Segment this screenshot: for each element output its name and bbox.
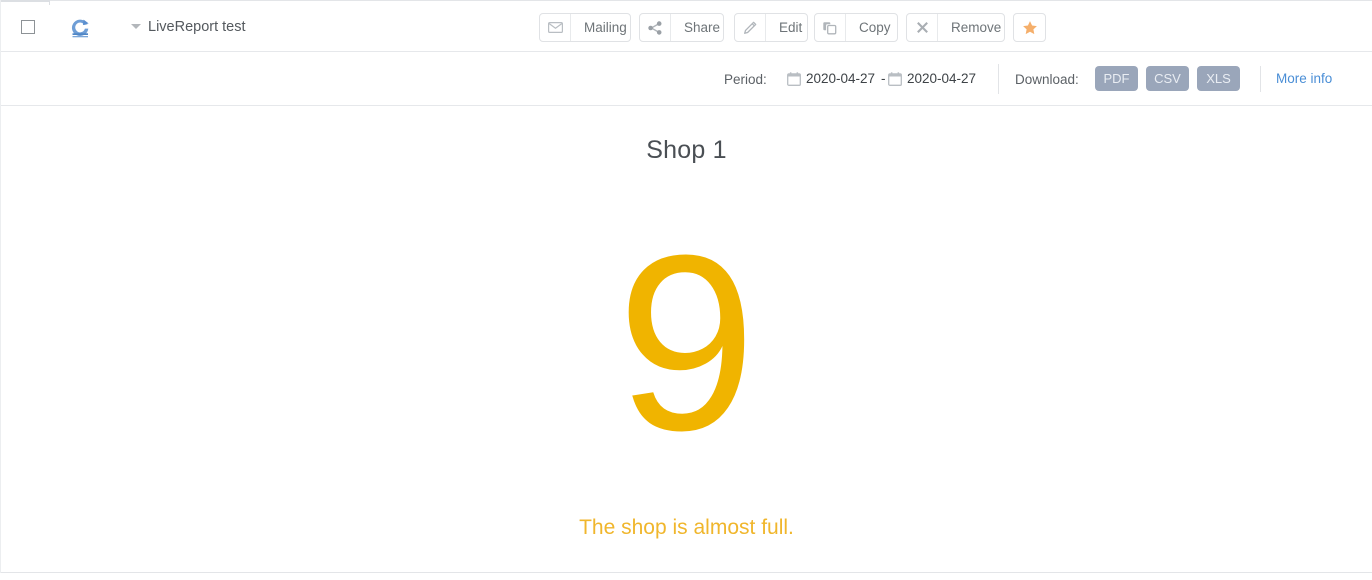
bottom-divider — [1, 572, 1372, 573]
chevron-down-icon[interactable] — [131, 24, 141, 29]
download-csv-button[interactable]: CSV — [1146, 66, 1189, 91]
star-icon — [1014, 14, 1045, 41]
mailing-label: Mailing — [584, 20, 627, 35]
remove-button[interactable]: Remove — [906, 13, 1005, 42]
report-widget-area: Shop 1 9 The shop is almost full. — [1, 106, 1372, 573]
share-nodes-icon — [640, 14, 671, 41]
period-end-date[interactable]: 2020-04-27 — [907, 71, 976, 86]
widget-caption: The shop is almost full. — [579, 516, 794, 539]
live-report-icon[interactable] — [67, 15, 93, 39]
edit-label: Edit — [779, 20, 803, 35]
more-info-link[interactable]: More info — [1276, 71, 1332, 86]
download-xls-button[interactable]: XLS — [1197, 66, 1240, 91]
pencil-icon — [735, 14, 766, 41]
more-info-divider — [1260, 66, 1261, 92]
mailing-button[interactable]: Mailing — [539, 13, 631, 42]
edit-button[interactable]: Edit — [734, 13, 808, 42]
close-x-icon — [907, 14, 938, 41]
remove-label: Remove — [951, 20, 1002, 35]
favorite-button[interactable] — [1013, 13, 1046, 42]
calendar-icon[interactable] — [787, 72, 801, 91]
controls-divider — [998, 64, 999, 94]
period-label: Period: — [724, 72, 767, 87]
report-header-bar: LiveReport test Mailing Share Edit Copy … — [1, 1, 1372, 52]
period-start-date[interactable]: 2020-04-27 — [806, 71, 875, 86]
download-label: Download: — [1015, 72, 1079, 87]
download-pdf-button[interactable]: PDF — [1095, 66, 1138, 91]
copy-icon — [815, 14, 846, 41]
widget-value: 9 — [616, 203, 757, 482]
envelope-icon — [540, 14, 571, 41]
report-controls-bar: Period: 2020-04-27 - 2020-04-27 Download… — [1, 52, 1372, 106]
share-button[interactable]: Share — [639, 13, 724, 42]
share-label: Share — [684, 20, 721, 35]
livereport-page: LiveReport test Mailing Share Edit Copy … — [0, 0, 1372, 580]
copy-label: Copy — [859, 20, 891, 35]
report-title[interactable]: LiveReport test — [148, 18, 246, 36]
select-report-checkbox[interactable] — [21, 20, 35, 34]
period-separator: - — [881, 71, 886, 86]
calendar-icon[interactable] — [888, 72, 902, 91]
widget-title: Shop 1 — [646, 136, 727, 164]
copy-button[interactable]: Copy — [814, 13, 898, 42]
